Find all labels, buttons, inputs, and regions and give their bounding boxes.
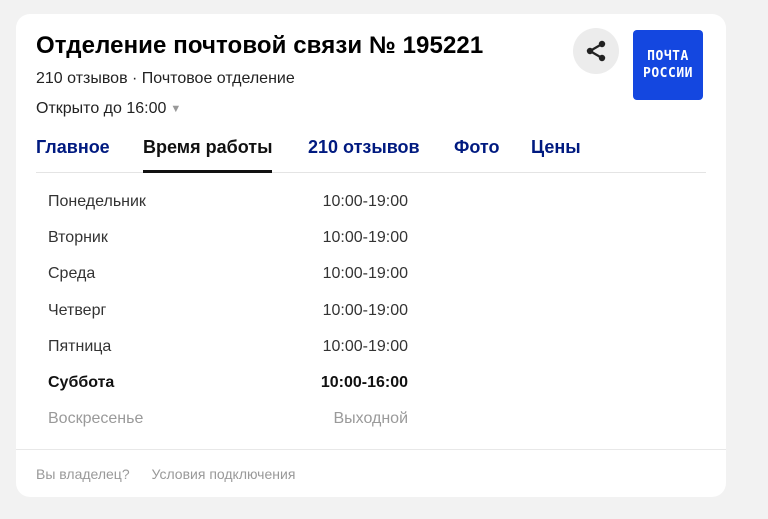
time-value: 10:00-19:00: [322, 229, 408, 247]
hours-row-sunday: Воскресенье Выходной: [48, 406, 408, 442]
footer-divider: [16, 449, 726, 450]
terms-link[interactable]: Условия подключения: [152, 466, 296, 482]
time-value: Выходной: [333, 410, 408, 428]
pochta-rossii-logo[interactable]: ПОЧТА РОССИИ: [633, 30, 703, 100]
hours-row-friday: Пятница 10:00-19:00: [48, 334, 408, 370]
chevron-down-icon: ▼: [170, 103, 182, 115]
time-value: 10:00-16:00: [320, 373, 408, 391]
reviews-summary[interactable]: 210 отзывов · Почтовое отделение: [36, 70, 295, 88]
time-value: 10:00-19:00: [322, 301, 408, 319]
day-label: Понедельник: [48, 193, 146, 210]
tab-reviews[interactable]: 210 отзывов: [308, 136, 420, 172]
hours-row-saturday: Суббота 10:00-16:00: [48, 370, 408, 406]
organization-card: Отделение почтовой связи № 195221 210 от…: [16, 14, 726, 497]
tab-bar: Главное Время работы 210 отзывов Фото Це…: [36, 136, 706, 173]
day-label: Пятница: [48, 337, 112, 355]
share-icon: [586, 40, 606, 62]
owner-link[interactable]: Вы владелец?: [36, 466, 130, 482]
logo-line-2: РОССИИ: [643, 66, 693, 81]
day-label: Воскресенье: [48, 410, 144, 428]
logo-line-1: ПОЧТА: [647, 49, 689, 64]
day-label: Вторник: [48, 229, 108, 247]
day-label: Четверг: [48, 301, 107, 319]
card-footer: Вы владелец? Условия подключения: [36, 466, 313, 482]
time-value: 10:00-19:00: [322, 337, 408, 355]
page-title: Отделение почтовой связи № 195221: [36, 32, 484, 59]
hours-row-thursday: Четверг 10:00-19:00: [48, 298, 408, 334]
hours-row-tuesday: Вторник 10:00-19:00: [48, 225, 408, 261]
tab-main[interactable]: Главное: [36, 136, 110, 172]
time-value: 10:00-19:00: [322, 193, 408, 210]
open-status-text: Открыто до 16:00: [36, 100, 167, 117]
share-button[interactable]: [573, 28, 619, 74]
hours-row-wednesday: Среда 10:00-19:00: [48, 261, 408, 297]
working-hours-list: Понедельник 10:00-19:00 Вторник 10:00-19…: [48, 189, 408, 442]
tab-photos[interactable]: Фото: [454, 136, 499, 172]
time-value: 10:00-19:00: [322, 265, 408, 283]
day-label: Среда: [48, 265, 96, 283]
day-label: Суббота: [48, 373, 115, 391]
tab-working-hours[interactable]: Время работы: [143, 136, 273, 173]
tab-prices[interactable]: Цены: [531, 136, 581, 172]
open-status[interactable]: Открыто до 16:00 ▼: [36, 100, 181, 118]
hours-row-monday: Понедельник 10:00-19:00: [48, 189, 408, 225]
